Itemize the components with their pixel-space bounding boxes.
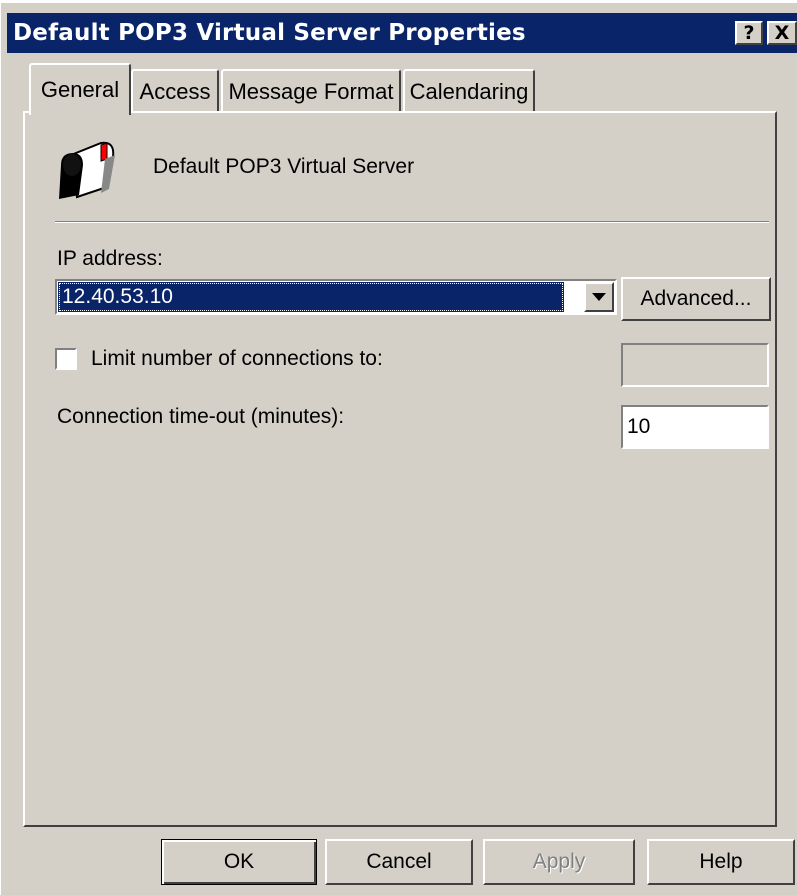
chevron-down-icon: [592, 293, 606, 301]
cancel-button[interactable]: Cancel: [325, 839, 473, 885]
help-titlebar-button[interactable]: ?: [735, 21, 763, 45]
mailbox-icon: [59, 141, 115, 199]
ok-button[interactable]: OK: [161, 839, 317, 885]
apply-button[interactable]: Apply: [483, 839, 635, 885]
ip-address-label: IP address:: [57, 247, 163, 270]
help-button[interactable]: Help: [647, 839, 795, 885]
advanced-button[interactable]: Advanced...: [621, 277, 771, 321]
close-button[interactable]: X: [767, 21, 797, 45]
tab-access[interactable]: Access: [131, 69, 219, 113]
limit-connections-label[interactable]: Limit number of connections to:: [91, 347, 383, 371]
limit-connections-row: Limit number of connections to:: [55, 347, 383, 371]
connection-timeout-input[interactable]: 10: [621, 405, 769, 449]
ip-address-dropdown[interactable]: 12.40.53.10: [55, 279, 617, 315]
window-title: Default POP3 Virtual Server Properties: [13, 20, 526, 46]
server-name: Default POP3 Virtual Server: [153, 155, 415, 178]
general-tab-panel: Default POP3 Virtual Server IP address: …: [23, 111, 777, 827]
connection-timeout-label: Connection time-out (minutes):: [57, 405, 345, 428]
ip-address-value[interactable]: 12.40.53.10: [58, 282, 564, 312]
dropdown-arrow-button[interactable]: [584, 282, 614, 312]
limit-connections-input: [621, 343, 769, 387]
properties-dialog: Default POP3 Virtual Server Properties ?…: [0, 0, 797, 895]
tab-calendaring[interactable]: Calendaring: [403, 69, 535, 113]
tab-message-format[interactable]: Message Format: [221, 69, 401, 113]
tab-general[interactable]: General: [29, 63, 131, 115]
limit-connections-checkbox[interactable]: [55, 348, 77, 370]
separator: [55, 221, 769, 223]
title-bar[interactable]: Default POP3 Virtual Server Properties ?…: [7, 13, 797, 53]
